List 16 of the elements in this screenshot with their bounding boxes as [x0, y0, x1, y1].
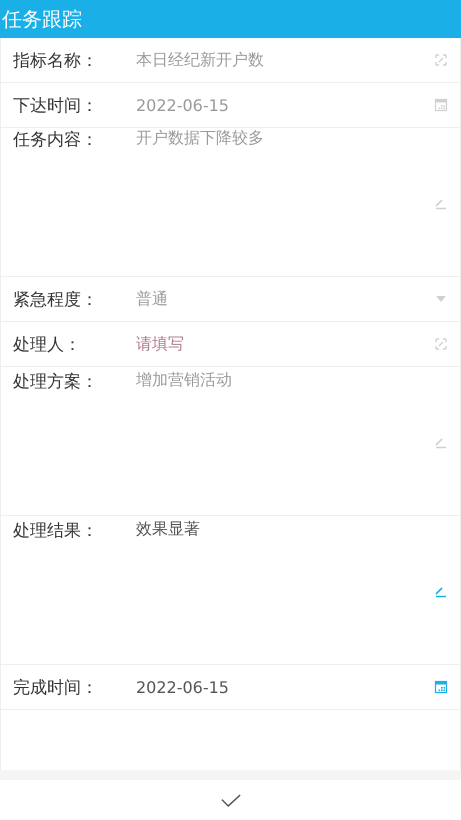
field-label: 下达时间：	[13, 94, 99, 116]
checkmark-icon[interactable]	[220, 794, 240, 806]
field-label: 指标名称：	[13, 50, 99, 72]
lookup-icon[interactable]	[434, 53, 448, 67]
page-title: 任务跟踪	[2, 6, 82, 32]
calendar-icon[interactable]	[434, 98, 448, 112]
field-label: 完成时间：	[13, 676, 99, 698]
input-field[interactable]: 2022-06-15	[136, 678, 434, 696]
field-label: 处理人：	[13, 334, 82, 356]
calendar-icon[interactable]	[434, 680, 448, 694]
field-label: 紧急程度：	[13, 288, 99, 310]
text-area[interactable]: 效果显著	[136, 519, 448, 540]
field-label: 处理结果：	[13, 520, 99, 542]
lookup-icon[interactable]	[434, 337, 448, 351]
field-label: 任务内容：	[13, 129, 99, 151]
field-label: 处理方案：	[13, 371, 99, 393]
